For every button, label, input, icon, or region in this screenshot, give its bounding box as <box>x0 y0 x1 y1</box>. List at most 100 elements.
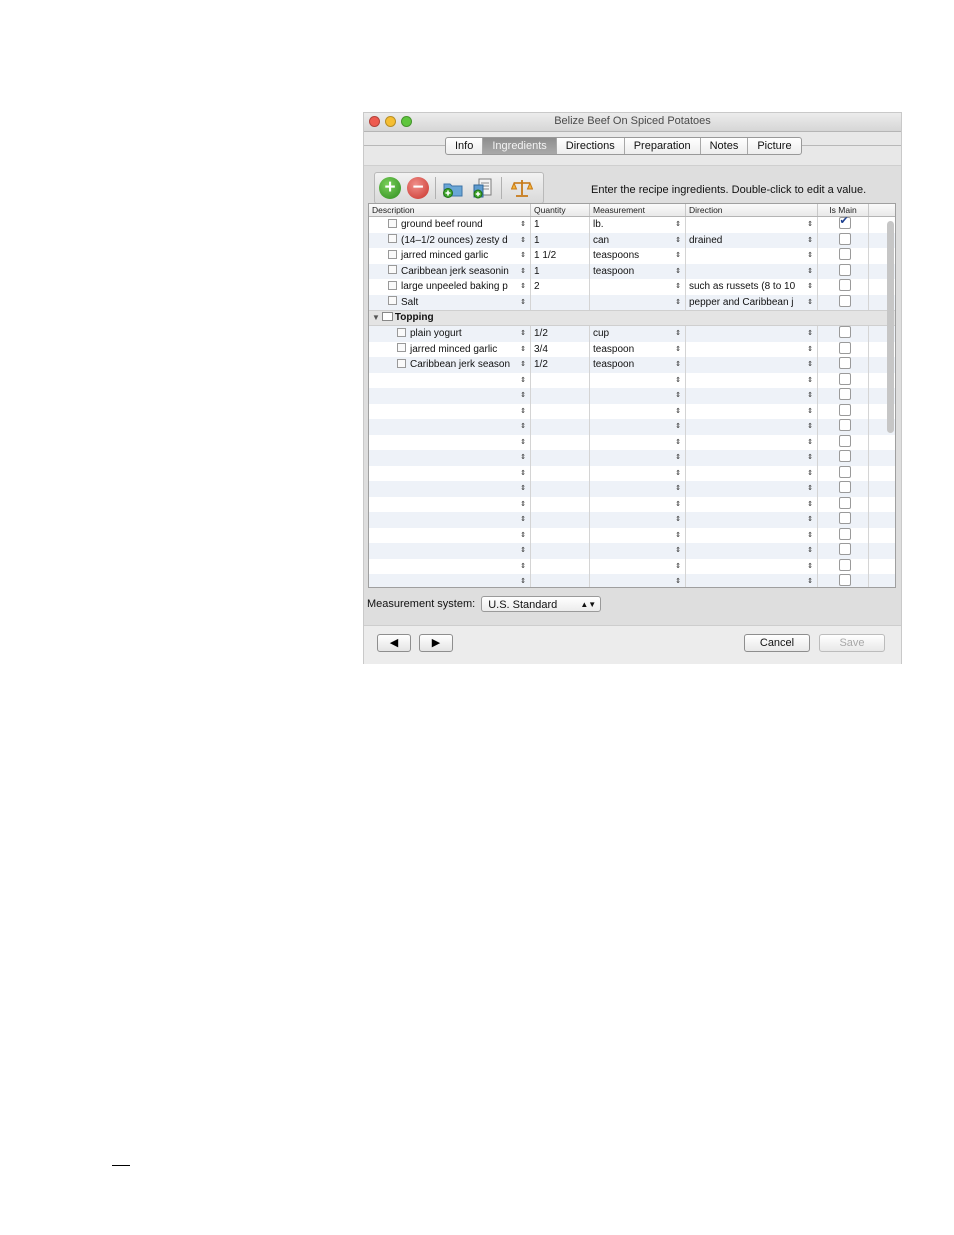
empty-row[interactable]: ⇕ ⇕ ⇕ <box>369 481 895 497</box>
cancel-button[interactable]: Cancel <box>744 634 810 652</box>
description-cell[interactable]: ⇕ <box>369 403 531 419</box>
quantity-cell[interactable] <box>531 574 590 587</box>
next-button[interactable]: ▶ <box>419 634 453 652</box>
is-main-checkbox[interactable] <box>838 543 851 556</box>
quantity-cell[interactable] <box>531 419 590 435</box>
measurement-cell[interactable]: ⇕ <box>590 527 686 543</box>
direction-cell[interactable]: ⇕ <box>686 434 818 450</box>
empty-row[interactable]: ⇕ ⇕ ⇕ <box>369 403 895 419</box>
measurement-cell[interactable]: ⇕ <box>590 388 686 404</box>
is-main-checkbox[interactable] <box>838 465 851 478</box>
quantity-cell[interactable] <box>531 465 590 481</box>
description-cell[interactable]: Caribbean jerk season ⇕ <box>369 357 531 373</box>
is-main-checkbox[interactable] <box>838 574 851 587</box>
empty-row[interactable]: ⇕ ⇕ ⇕ <box>369 465 895 481</box>
empty-row[interactable]: ⇕ ⇕ ⇕ <box>369 496 895 512</box>
description-cell[interactable]: ⇕ <box>369 372 531 388</box>
quantity-cell[interactable] <box>531 294 590 310</box>
is-main-checkbox[interactable] <box>838 217 851 230</box>
direction-cell[interactable]: ⇕ <box>686 372 818 388</box>
tab-info[interactable]: Info <box>446 138 484 154</box>
quantity-cell[interactable] <box>531 372 590 388</box>
direction-cell[interactable]: ⇕ <box>686 450 818 466</box>
measurement-system-select[interactable]: U.S. Standard ▲▼ <box>481 596 602 612</box>
measurement-cell[interactable]: ⇕ <box>590 481 686 497</box>
description-cell[interactable]: ⇕ <box>369 434 531 450</box>
empty-row[interactable]: ⇕ ⇕ ⇕ <box>369 527 895 543</box>
tab-preparation[interactable]: Preparation <box>625 138 701 154</box>
description-cell[interactable]: jarred minced garlic ⇕ <box>369 248 531 264</box>
measurement-cell[interactable]: can ⇕ <box>590 232 686 248</box>
header-direction[interactable]: Direction <box>686 204 818 216</box>
is-main-checkbox[interactable] <box>838 372 851 385</box>
table-row[interactable]: ground beef round ⇕ 1 lb. ⇕ ⇕ <box>369 217 895 233</box>
empty-row[interactable]: ⇕ ⇕ ⇕ <box>369 372 895 388</box>
quantity-cell[interactable] <box>531 512 590 528</box>
is-main-checkbox[interactable] <box>838 496 851 509</box>
table-row[interactable]: Caribbean jerk seasonin ⇕ 1 teaspoon ⇕ ⇕ <box>369 263 895 279</box>
quantity-cell[interactable]: 1 <box>531 232 590 248</box>
table-row[interactable]: jarred minced garlic ⇕ 3/4 teaspoon ⇕ ⇕ <box>369 341 895 357</box>
direction-cell[interactable]: ⇕ <box>686 403 818 419</box>
group-row[interactable]: ▼Topping⇕ <box>369 310 895 326</box>
measurement-cell[interactable]: ⇕ <box>590 450 686 466</box>
direction-cell[interactable]: ⇕ <box>686 357 818 373</box>
description-cell[interactable]: Caribbean jerk seasonin ⇕ <box>369 263 531 279</box>
measurement-cell[interactable]: ⇕ <box>590 465 686 481</box>
measurement-cell[interactable]: ⇕ <box>590 496 686 512</box>
direction-cell[interactable]: ⇕ <box>686 496 818 512</box>
quantity-cell[interactable]: 1/2 <box>531 326 590 342</box>
save-button[interactable]: Save <box>819 634 885 652</box>
description-cell[interactable]: ⇕ <box>369 574 531 587</box>
is-main-checkbox[interactable] <box>838 326 851 339</box>
empty-row[interactable]: ⇕ ⇕ ⇕ <box>369 543 895 559</box>
add-from-list-button[interactable] <box>470 176 494 200</box>
quantity-cell[interactable]: 1 <box>531 263 590 279</box>
empty-row[interactable]: ⇕ ⇕ ⇕ <box>369 434 895 450</box>
is-main-checkbox[interactable] <box>838 419 851 432</box>
description-cell[interactable]: large unpeeled baking p ⇕ <box>369 279 531 295</box>
measurement-cell[interactable]: ⇕ <box>590 543 686 559</box>
direction-cell[interactable]: ⇕ <box>686 341 818 357</box>
direction-cell[interactable]: ⇕ <box>686 527 818 543</box>
table-scrollbar[interactable] <box>887 221 894 433</box>
table-row[interactable]: jarred minced garlic ⇕ 1 1/2 teaspoons ⇕ ⇕ <box>369 248 895 264</box>
is-main-checkbox[interactable] <box>838 279 851 292</box>
scale-recipe-button[interactable] <box>510 176 534 200</box>
is-main-checkbox[interactable] <box>838 527 851 540</box>
measurement-cell[interactable]: lb. ⇕ <box>590 217 686 233</box>
quantity-cell[interactable]: 2 <box>531 279 590 295</box>
direction-cell[interactable]: ⇕ <box>686 543 818 559</box>
is-main-checkbox[interactable] <box>838 512 851 525</box>
table-row[interactable]: (14–1/2 ounces) zesty d ⇕ 1 can ⇕ drained ⇕ <box>369 232 895 248</box>
measurement-cell[interactable]: ⇕ <box>590 558 686 574</box>
tab-directions[interactable]: Directions <box>557 138 625 154</box>
empty-row[interactable]: ⇕ ⇕ ⇕ <box>369 419 895 435</box>
description-cell[interactable]: ⇕ <box>369 558 531 574</box>
header-quantity[interactable]: Quantity <box>531 204 590 216</box>
empty-row[interactable]: ⇕ ⇕ ⇕ <box>369 558 895 574</box>
description-cell[interactable]: ⇕ <box>369 527 531 543</box>
quantity-cell[interactable] <box>531 388 590 404</box>
direction-cell[interactable]: ⇕ <box>686 326 818 342</box>
direction-cell[interactable]: ⇕ <box>686 217 818 233</box>
direction-cell[interactable]: ⇕ <box>686 512 818 528</box>
direction-cell[interactable]: ⇕ <box>686 248 818 264</box>
is-main-checkbox[interactable] <box>838 263 851 276</box>
table-row[interactable]: plain yogurt ⇕ 1/2 cup ⇕ ⇕ <box>369 326 895 342</box>
direction-cell[interactable]: ⇕ <box>686 263 818 279</box>
is-main-checkbox[interactable] <box>838 341 851 354</box>
measurement-cell[interactable]: ⇕ <box>590 372 686 388</box>
direction-cell[interactable]: ⇕ <box>686 419 818 435</box>
table-row[interactable]: Salt ⇕ ⇕ pepper and Caribbean j ⇕ <box>369 294 895 310</box>
empty-row[interactable]: ⇕ ⇕ ⇕ <box>369 388 895 404</box>
table-row[interactable]: large unpeeled baking p ⇕ 2 ⇕ such as russet… <box>369 279 895 295</box>
description-cell[interactable]: ⇕ <box>369 450 531 466</box>
quantity-cell[interactable]: 1/2 <box>531 357 590 373</box>
description-cell[interactable]: ⇕ <box>369 512 531 528</box>
tab-ingredients[interactable]: Ingredients <box>483 138 557 154</box>
description-cell[interactable]: ground beef round ⇕ <box>369 217 531 233</box>
direction-cell[interactable]: ⇕ <box>686 558 818 574</box>
empty-row[interactable]: ⇕ ⇕ ⇕ <box>369 574 895 587</box>
quantity-cell[interactable] <box>531 481 590 497</box>
